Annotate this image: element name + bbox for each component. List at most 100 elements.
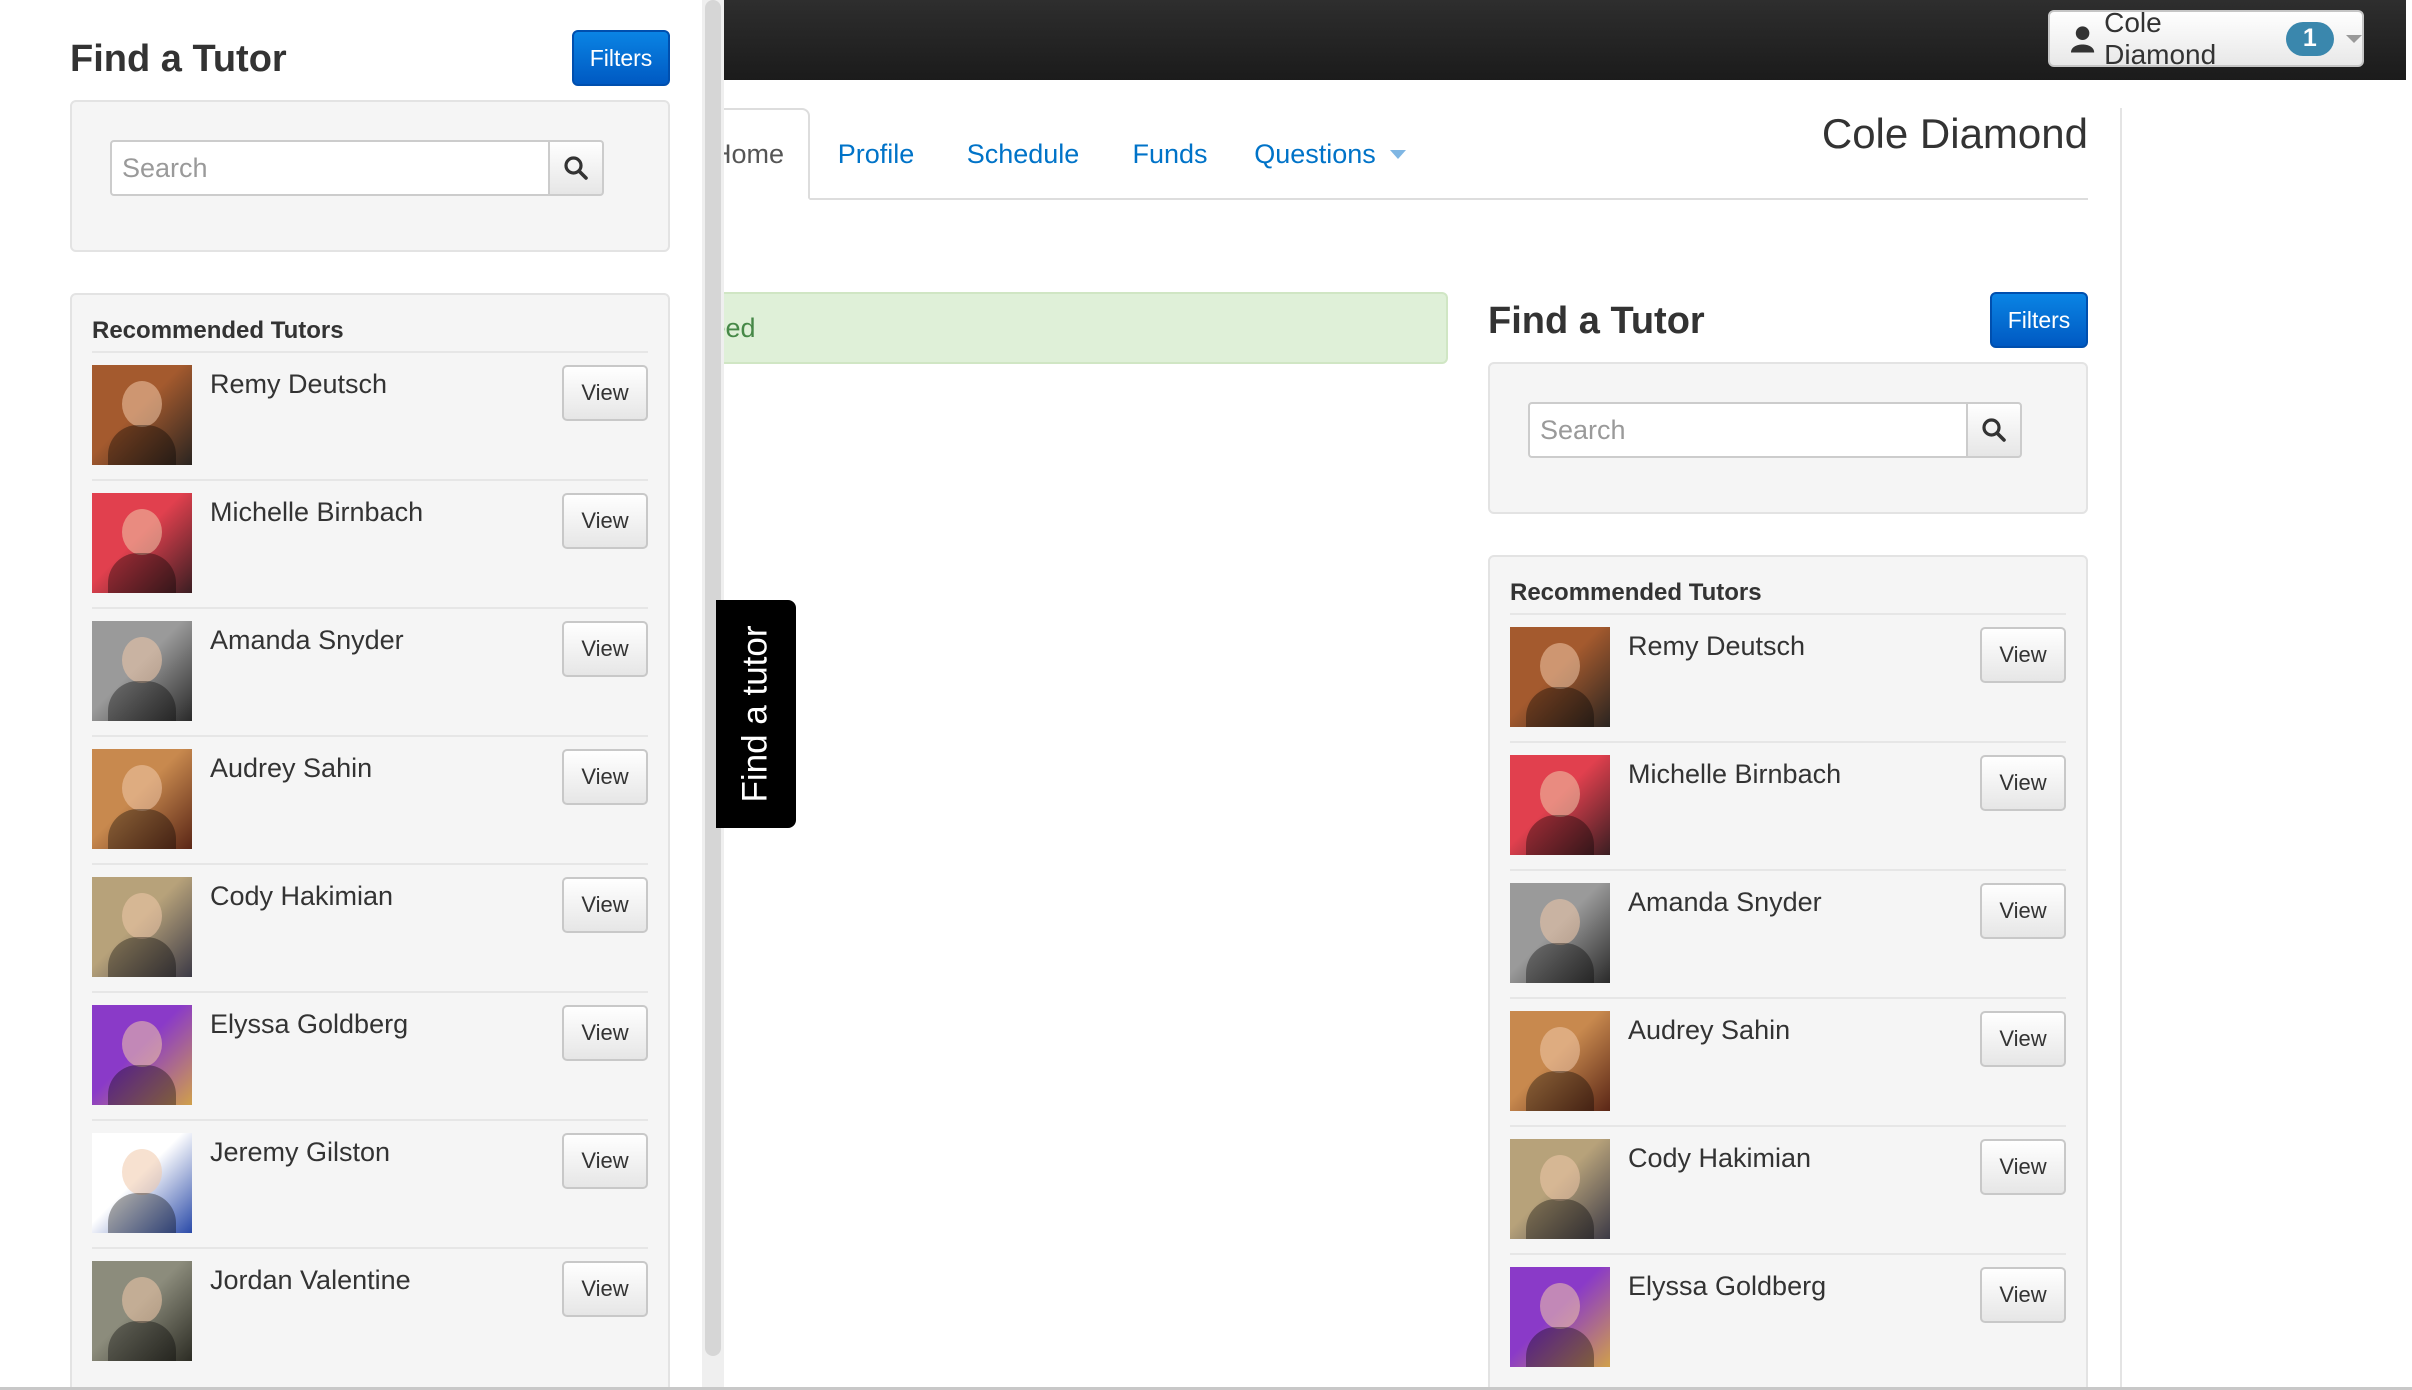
notification-badge[interactable]: 1 <box>2285 21 2335 56</box>
tutor-row: Cody Hakimian View <box>92 863 648 991</box>
tutor-photo[interactable] <box>92 493 192 593</box>
view-tutor-button[interactable]: View <box>1980 1139 2066 1195</box>
tutor-photo-body <box>108 425 176 465</box>
search-button[interactable] <box>548 140 604 196</box>
tutor-photo[interactable] <box>1510 755 1610 855</box>
tutor-name[interactable]: Michelle Birnbach <box>210 497 423 528</box>
tutor-photo[interactable] <box>92 1133 192 1233</box>
view-tutor-button[interactable]: View <box>1980 1267 2066 1323</box>
tutor-row: Michelle Birnbach View <box>1510 741 2066 869</box>
view-tutor-button[interactable]: View <box>1980 1011 2066 1067</box>
view-tutor-button[interactable]: View <box>1980 755 2066 811</box>
tutor-photo-body <box>108 681 176 721</box>
search-input[interactable] <box>110 140 550 196</box>
view-tutor-button[interactable]: View <box>562 365 648 421</box>
tutor-photo[interactable] <box>92 749 192 849</box>
find-a-tutor-drawer-tab[interactable]: Find a tutor <box>716 600 796 828</box>
tutor-row: Jeremy Gilston View <box>92 1119 648 1247</box>
tab-funds[interactable]: Funds <box>1120 108 1220 200</box>
tutor-name[interactable]: Amanda Snyder <box>1628 887 1822 918</box>
tutor-name[interactable]: Remy Deutsch <box>1628 631 1805 662</box>
tab-profile-label: Profile <box>837 138 915 169</box>
tutor-photo[interactable] <box>1510 1139 1610 1239</box>
view-tutor-button[interactable]: View <box>562 1261 648 1317</box>
tutor-name[interactable]: Michelle Birnbach <box>1628 759 1841 790</box>
user-menu-button[interactable]: Cole Diamond 1 <box>2048 7 2364 70</box>
view-tutor-button[interactable]: View <box>562 877 648 933</box>
tutor-name[interactable]: Elyssa Goldberg <box>1628 1271 1826 1302</box>
tab-schedule[interactable]: Schedule <box>952 108 1094 200</box>
tutor-photo-figure <box>1540 899 1580 945</box>
search-button[interactable] <box>1966 402 2022 458</box>
tutor-photo[interactable] <box>92 877 192 977</box>
view-tutor-button[interactable]: View <box>562 749 648 805</box>
chevron-down-icon <box>1389 149 1406 159</box>
tutor-list: Remy Deutsch View Michelle Birnbach View Ama… <box>1510 613 2066 1381</box>
tutor-name[interactable]: Cody Hakimian <box>210 881 393 912</box>
chevron-down-icon <box>2346 34 2363 43</box>
tutor-row: Michelle Birnbach View <box>92 479 648 607</box>
tutor-photo-body <box>108 1321 176 1361</box>
view-tutor-button[interactable]: View <box>1980 627 2066 683</box>
filters-button[interactable]: Filters <box>1990 292 2088 348</box>
tutor-row: Amanda Snyder View <box>1510 869 2066 997</box>
tutor-name[interactable]: Audrey Sahin <box>210 753 372 784</box>
tutor-photo[interactable] <box>92 1261 192 1361</box>
tutor-photo[interactable] <box>92 621 192 721</box>
content-border <box>2120 108 2122 1390</box>
page-header-name: Cole Diamond <box>1821 110 2088 157</box>
tutor-photo-body <box>1526 1199 1594 1239</box>
tab-questions-label: Questions <box>1254 138 1376 169</box>
tutor-photo-body <box>1526 1327 1594 1367</box>
tutor-row: Elyssa Goldberg View <box>1510 1253 2066 1381</box>
view-tutor-button[interactable]: View <box>562 493 648 549</box>
panel-title: Find a Tutor <box>70 38 287 80</box>
feed-alert: Feed <box>694 292 1448 364</box>
tutor-name[interactable]: Elyssa Goldberg <box>210 1009 408 1040</box>
tutor-photo[interactable] <box>1510 883 1610 983</box>
tutor-photo[interactable] <box>1510 1267 1610 1367</box>
view-tutor-button[interactable]: View <box>1980 883 2066 939</box>
tutor-photo-figure <box>1540 1027 1580 1073</box>
view-tutor-button[interactable]: View <box>562 1005 648 1061</box>
search-well <box>70 100 670 252</box>
tutor-photo-body <box>108 809 176 849</box>
recommended-heading: Recommended Tutors <box>92 317 344 344</box>
tutor-photo-figure <box>122 1021 162 1067</box>
recommended-tutors-well: Recommended Tutors Remy Deutsch View Miche… <box>1488 555 2088 1390</box>
tutor-photo[interactable] <box>1510 1011 1610 1111</box>
tutor-photo-body <box>108 1065 176 1105</box>
tutor-name[interactable]: Jeremy Gilston <box>210 1137 390 1168</box>
search-input[interactable] <box>1528 402 1968 458</box>
tutor-name[interactable]: Audrey Sahin <box>1628 1015 1790 1046</box>
tutor-list: Remy Deutsch View Michelle Birnbach View Ama… <box>92 351 648 1375</box>
tutor-photo-figure <box>122 765 162 811</box>
tab-profile[interactable]: Profile <box>820 108 932 200</box>
find-tutor-panel-main: Find a Tutor Filters Recommended Tutors … <box>1488 292 2088 1390</box>
filters-button[interactable]: Filters <box>572 30 670 86</box>
search-icon <box>1982 418 2006 442</box>
find-tutor-panel-drawer: Find a Tutor Filters Recommended Tutors … <box>70 30 670 1390</box>
tutor-photo[interactable] <box>1510 627 1610 727</box>
view-tutor-button[interactable]: View <box>562 621 648 677</box>
tutor-photo-figure <box>1540 771 1580 817</box>
tutor-row: Amanda Snyder View <box>92 607 648 735</box>
drawer-tab-label: Find a tutor <box>736 625 776 803</box>
tutor-name[interactable]: Remy Deutsch <box>210 369 387 400</box>
tutor-name[interactable]: Jordan Valentine <box>210 1265 411 1296</box>
tutor-name[interactable]: Amanda Snyder <box>210 625 404 656</box>
tab-questions[interactable]: Questions <box>1250 108 1410 200</box>
tutor-photo[interactable] <box>92 1005 192 1105</box>
view-tutor-button[interactable]: View <box>562 1133 648 1189</box>
tutor-photo-figure <box>122 1277 162 1323</box>
tutor-row: Elyssa Goldberg View <box>92 991 648 1119</box>
tutor-photo[interactable] <box>92 365 192 465</box>
tutor-row: Remy Deutsch View <box>1510 613 2066 741</box>
tutor-name[interactable]: Cody Hakimian <box>1628 1143 1811 1174</box>
tutor-photo-body <box>1526 815 1594 855</box>
tutor-photo-figure <box>1540 1283 1580 1329</box>
tutor-row: Audrey Sahin View <box>1510 997 2066 1125</box>
tutor-photo-body <box>108 937 176 977</box>
tutor-photo-body <box>1526 943 1594 983</box>
recommended-tutors-well: Recommended Tutors Remy Deutsch View Miche… <box>70 293 670 1390</box>
